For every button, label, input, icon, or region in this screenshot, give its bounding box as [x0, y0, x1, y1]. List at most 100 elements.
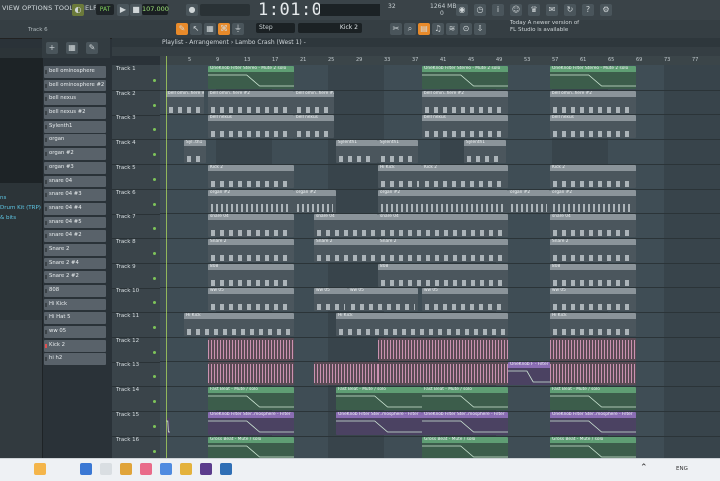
info-icon[interactable]: i	[492, 4, 504, 16]
help-icon[interactable]: ?	[582, 4, 594, 16]
clip[interactable]	[378, 362, 508, 386]
track-header[interactable]: Track 9	[112, 263, 160, 289]
help-line-icon[interactable]: ⊙	[460, 23, 472, 35]
track-mute-led[interactable]	[153, 424, 156, 428]
clip[interactable]: Gross Beat - Mute / solo	[550, 436, 636, 460]
clip[interactable]: Kick 2	[422, 164, 508, 188]
track-mute-led[interactable]	[153, 375, 156, 379]
trophy-icon[interactable]: ♛	[528, 4, 540, 16]
track-mute-led[interactable]	[153, 449, 156, 453]
clip[interactable]: bell omin..here #2	[166, 90, 204, 114]
channel-button[interactable]: Sylenth1	[44, 120, 106, 133]
channel-button[interactable]: snare 04 #3	[44, 189, 106, 201]
channel-button[interactable]: organ #2	[44, 148, 106, 160]
headphones-icon[interactable]: ◉	[456, 4, 468, 16]
channel-button[interactable]: snare 04 #4	[44, 202, 106, 215]
clip[interactable]: 808	[378, 263, 508, 287]
clip[interactable]: Hi Kick	[550, 313, 636, 336]
clip[interactable]: organ #2	[508, 189, 550, 213]
browse-icon[interactable]: ⌕	[404, 23, 416, 35]
pattern-select[interactable]: Kick 2	[298, 23, 362, 33]
channel-led[interactable]	[45, 83, 47, 88]
folder-icon[interactable]	[120, 463, 132, 475]
clip[interactable]: 808	[550, 263, 636, 287]
clip[interactable]: Snare 2	[314, 238, 378, 262]
user-icon[interactable]: ☺	[510, 4, 522, 16]
clip[interactable]: bell nexus	[550, 115, 636, 139]
clip[interactable]: organ #2	[378, 189, 508, 213]
play-icon[interactable]: ▶	[117, 4, 129, 16]
pattern-icon[interactable]: ▦	[66, 42, 78, 54]
track-header[interactable]: Track 1	[112, 65, 160, 91]
app-icon[interactable]	[200, 463, 212, 475]
clip[interactable]: organ #2	[294, 189, 336, 213]
channel-button[interactable]: ww 05	[44, 326, 106, 338]
timeline-ruler[interactable]: 59131721252933374145495357616569737781	[160, 56, 720, 65]
track-mute-led[interactable]	[153, 177, 156, 181]
app-icon-2[interactable]	[220, 463, 232, 475]
channel-button[interactable]: Hi Kick	[44, 298, 106, 311]
channel-button[interactable]: organ	[44, 134, 106, 147]
download-icon[interactable]: ⇩	[474, 23, 486, 35]
clip[interactable]: snare 04	[314, 214, 378, 238]
channel-led[interactable]	[45, 152, 47, 157]
clip[interactable]: bell nexus	[208, 115, 294, 139]
channel-button[interactable]: snare 04	[44, 175, 106, 188]
clip[interactable]: bell nexus	[294, 115, 334, 139]
clip[interactable]: organ #2	[550, 189, 636, 213]
edge-icon[interactable]	[160, 463, 172, 475]
channel-button[interactable]: Snare 2 #2	[44, 271, 106, 284]
track-header[interactable]: Track 14	[112, 386, 160, 413]
clip[interactable]: bell omin..here #2	[294, 90, 334, 114]
news-panel[interactable]: Today A newer version of FL Studio is av…	[510, 20, 622, 37]
track-header[interactable]: Track 7	[112, 213, 160, 240]
clip[interactable]	[314, 362, 378, 386]
track-mute-led[interactable]	[153, 128, 156, 132]
clip[interactable]	[208, 362, 294, 386]
clip[interactable]: Gross Beat - Mute / solo	[208, 436, 294, 460]
browser-tree[interactable]	[0, 58, 42, 183]
pat-song-toggle[interactable]: PAT	[96, 4, 114, 15]
record-icon[interactable]: ●	[186, 4, 198, 16]
clip[interactable]: OneKnob Filter Stereo - Mute 2 solo	[208, 66, 294, 89]
channel-led[interactable]	[45, 289, 47, 293]
chrome-icon[interactable]	[140, 463, 152, 475]
channel-button[interactable]: organ #3	[44, 161, 106, 174]
track-mute-led[interactable]	[153, 301, 156, 305]
clip[interactable]: bell nexus	[422, 115, 508, 139]
clip[interactable]: Fast Beat - Mute / solo	[422, 387, 508, 411]
mixer-icon[interactable]: ⌘	[218, 23, 230, 35]
track-mute-led[interactable]	[153, 400, 156, 404]
clip[interactable]	[550, 362, 636, 386]
track-mute-led[interactable]	[153, 276, 156, 280]
track-header[interactable]: Track 8	[112, 238, 160, 264]
clip[interactable]: OneKnob Filter Ster..mosphere - Filter	[550, 411, 636, 435]
track-mute-led[interactable]	[153, 326, 156, 329]
grid-icon[interactable]: ▤	[418, 23, 430, 35]
plug-icon[interactable]: ⏚	[232, 23, 244, 35]
channel-led[interactable]	[45, 302, 47, 307]
track-mute-led[interactable]	[153, 227, 156, 231]
playlist-grid[interactable]: OneKnob Filter Stereo - Mute 2 solo OneKn…	[160, 65, 720, 460]
piano-icon[interactable]: ♫	[432, 23, 444, 35]
track-header[interactable]: Track 4	[112, 139, 160, 166]
channel-button[interactable]: Snare 2 #4	[44, 257, 106, 270]
clip[interactable]: ww 05	[422, 288, 508, 312]
channel-button[interactable]: Kick 2	[44, 339, 106, 352]
channel-button[interactable]: snare 04 #5	[44, 216, 106, 229]
channel-button[interactable]: Snare 2	[44, 243, 106, 256]
channel-button[interactable]: bell ominosphere #2	[44, 79, 106, 92]
track-mute-led[interactable]	[153, 350, 156, 354]
channel-led[interactable]	[45, 247, 47, 252]
clip[interactable]: ww 05	[208, 288, 294, 312]
clip[interactable]: Fast Beat - Mute / solo	[336, 387, 422, 411]
language-indicator[interactable]: ENG	[676, 466, 688, 472]
channel-led[interactable]	[45, 316, 47, 321]
fl-studio-icon[interactable]	[180, 463, 192, 475]
clip[interactable]: 808	[208, 263, 294, 287]
track-mute-led[interactable]	[153, 153, 156, 157]
clip[interactable]: Snare 2	[550, 238, 636, 262]
wifi-icon[interactable]: ⌃	[640, 463, 652, 475]
channel-led[interactable]	[45, 220, 47, 225]
search-icon[interactable]	[100, 463, 112, 475]
